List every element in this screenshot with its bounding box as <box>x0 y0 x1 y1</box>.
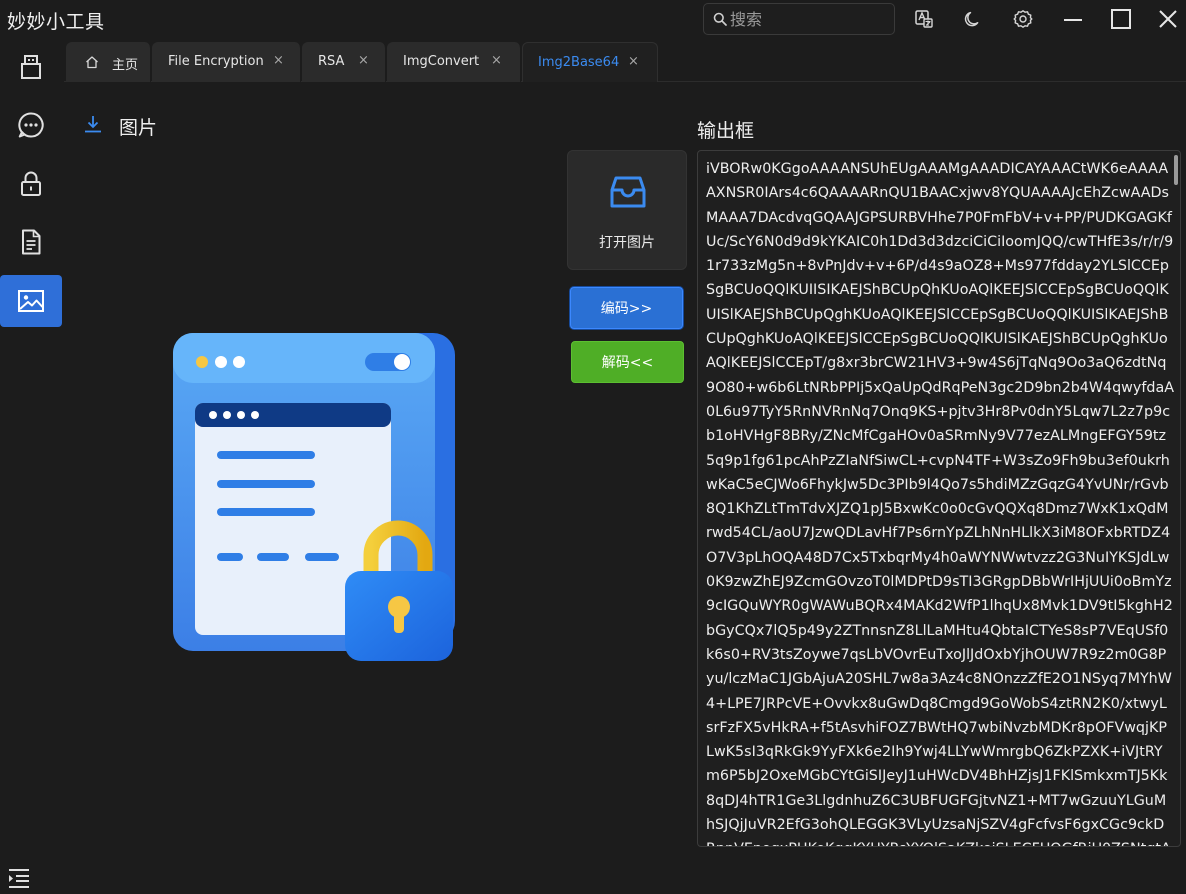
maximize-button[interactable] <box>1106 4 1136 34</box>
translate-icon <box>915 10 933 28</box>
moon-icon <box>964 11 979 27</box>
image-section-title: 图片 <box>119 117 158 139</box>
output-text: iVBORw0KGgoAAAANSUhEUgAAAMgAAADICAYAAACt… <box>706 161 1174 846</box>
sidebar-item-document[interactable] <box>0 216 62 268</box>
tab-home-label: 主页 <box>112 58 139 73</box>
sidebar-item-image[interactable] <box>0 275 62 327</box>
tab-file-encryption-label: File Encryption <box>168 54 264 69</box>
sidebar-item-usb[interactable] <box>0 41 62 93</box>
translate-button[interactable] <box>909 4 939 34</box>
maximize-icon <box>1111 9 1131 29</box>
chat-bubble-icon <box>18 112 44 138</box>
lock-icon <box>21 171 41 196</box>
minimize-icon <box>1064 19 1082 21</box>
tab-imgconvert-label: ImgConvert <box>403 54 480 69</box>
menu-collapse-icon <box>9 869 29 888</box>
gear-icon <box>1013 10 1033 28</box>
sidebar-item-lock[interactable] <box>0 158 62 210</box>
tab-close-icon[interactable]: × <box>628 54 639 69</box>
search-input[interactable] <box>730 7 890 31</box>
image-icon <box>18 290 44 312</box>
usb-icon <box>21 55 41 79</box>
encode-button[interactable]: 编码>> <box>570 287 683 329</box>
document-icon <box>22 229 41 255</box>
search-box[interactable] <box>703 3 895 35</box>
tab-imgconvert[interactable]: ImgConvert × <box>387 42 521 82</box>
tab-bar: 主页 File Encryption × RSA × ImgConvert × … <box>64 38 1186 82</box>
open-image-button[interactable]: 打开图片 <box>567 150 687 270</box>
collapse-menu-button[interactable] <box>4 863 34 893</box>
image-preview <box>173 333 455 661</box>
sidebar <box>0 38 64 894</box>
tab-rsa[interactable]: RSA × <box>302 42 386 82</box>
sidebar-item-chat[interactable] <box>0 99 62 151</box>
tab-home[interactable]: 主页 <box>66 42 151 82</box>
home-icon <box>86 56 98 69</box>
minimize-button[interactable] <box>1058 4 1088 34</box>
app-title: 妙妙小工具 <box>7 11 105 33</box>
app-window: 妙妙小工具 搜索 主页 File Encryption × RSA × ImgC… <box>0 0 1186 894</box>
tab-close-icon[interactable]: × <box>491 53 502 68</box>
open-image-label: 打开图片 <box>599 235 655 251</box>
tab-close-icon[interactable]: × <box>358 53 369 68</box>
tab-close-icon[interactable]: × <box>273 53 284 68</box>
output-scrollbar[interactable] <box>1174 155 1178 185</box>
tab-img2base64-label: Img2Base64 <box>538 55 620 70</box>
theme-toggle-button[interactable] <box>958 4 988 34</box>
tab-file-encryption[interactable]: File Encryption × <box>152 42 301 82</box>
output-textarea[interactable]: iVBORw0KGgoAAAANSUhEUgAAAMgAAADICAYAAACt… <box>697 150 1181 847</box>
output-title: 输出框 <box>697 120 755 142</box>
download-icon <box>85 116 101 133</box>
inbox-icon <box>610 176 646 208</box>
settings-button[interactable] <box>1008 4 1038 34</box>
close-icon <box>1159 10 1177 28</box>
search-icon <box>713 12 727 26</box>
tab-img2base64[interactable]: Img2Base64 × <box>522 42 658 82</box>
title-bar: 妙妙小工具 <box>0 0 1186 38</box>
tab-rsa-label: RSA <box>318 54 345 69</box>
decode-button[interactable]: 解码<< <box>571 341 684 383</box>
close-window-button[interactable] <box>1153 4 1183 34</box>
